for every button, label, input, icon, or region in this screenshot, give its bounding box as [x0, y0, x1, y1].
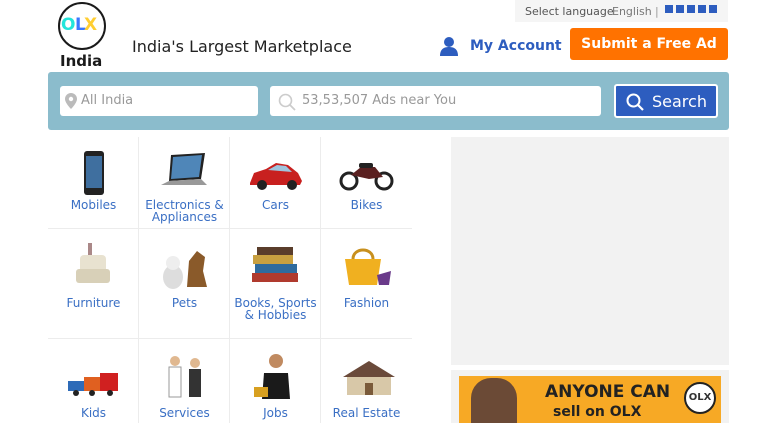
category-label: Jobs: [263, 406, 288, 420]
category-furniture[interactable]: Furniture: [48, 229, 139, 339]
category-label: Bikes: [350, 198, 383, 212]
category-services[interactable]: Services: [139, 339, 230, 423]
submit-free-ad-button[interactable]: Submit a Free Ad: [570, 28, 728, 60]
category-label: Cars: [262, 198, 289, 212]
language-label: Select language: [525, 5, 614, 18]
language-separator: |: [655, 5, 659, 18]
workers-icon: [168, 356, 201, 398]
promo-banner-image: ANYONE CAN sell on OLX OLX: [459, 376, 721, 423]
mobile-phone-icon: [84, 151, 104, 195]
category-bikes[interactable]: Bikes: [321, 137, 412, 229]
search-input[interactable]: 53,53,507 Ads near You: [270, 86, 601, 116]
my-account-label: My Account: [470, 38, 562, 54]
car-icon: [250, 163, 302, 190]
language-option-3[interactable]: [687, 5, 695, 13]
category-label: Fashion: [343, 296, 390, 310]
category-label: Pets: [171, 296, 198, 310]
promo-line-2: sell on OLX: [553, 404, 642, 420]
handbag-icon: [345, 248, 391, 285]
category-fashion[interactable]: Fashion: [321, 229, 412, 339]
search-button-label: Search: [652, 92, 707, 111]
logo-country: India: [60, 52, 103, 70]
category-label: Mobiles: [70, 198, 117, 212]
olx-logo[interactable]: O L X India: [56, 2, 111, 70]
category-cars[interactable]: Cars: [230, 137, 321, 229]
promo-line-1: ANYONE CAN: [545, 382, 671, 402]
category-label: Books, Sports & Hobbies: [234, 296, 317, 322]
location-placeholder: All India: [81, 93, 134, 108]
toy-train-icon: [68, 373, 118, 396]
category-pets[interactable]: Pets: [139, 229, 230, 339]
category-label: Electronics & Appliances: [145, 198, 224, 224]
promo-person-image: [471, 378, 517, 423]
pets-icon: [163, 251, 207, 289]
books-icon: [252, 247, 298, 282]
logo-letter-x: X: [84, 15, 98, 35]
house-icon: [343, 361, 395, 395]
category-electronics[interactable]: Electronics & Appliances: [139, 137, 230, 229]
category-books-sports-hobbies[interactable]: Books, Sports & Hobbies: [230, 229, 321, 339]
promo-banner[interactable]: ANYONE CAN sell on OLX OLX: [451, 370, 729, 423]
promo-olx-logo: OLX: [684, 382, 716, 414]
category-label: Kids: [80, 406, 107, 420]
language-option-5[interactable]: [709, 5, 717, 13]
logo-letter-o: O: [61, 15, 75, 35]
category-mobiles[interactable]: Mobiles: [48, 137, 139, 229]
location-pin-icon: [65, 93, 77, 109]
search-button[interactable]: Search: [614, 84, 718, 118]
location-input[interactable]: All India: [60, 86, 258, 116]
category-grid: Mobiles Electronics & Appliances Cars Bi…: [48, 137, 412, 423]
ad-placeholder-panel: [451, 137, 729, 365]
language-selector[interactable]: Select language English |: [515, 0, 728, 22]
chair-icon: [76, 243, 110, 283]
language-option-4[interactable]: [698, 5, 706, 13]
laptop-icon: [161, 153, 207, 185]
search-icon: [278, 93, 296, 111]
motorbike-icon: [339, 163, 394, 191]
category-label: Services: [159, 406, 210, 420]
search-placeholder: 53,53,507 Ads near You: [302, 93, 457, 108]
language-option-1[interactable]: [665, 5, 673, 13]
tagline: India's Largest Marketplace: [132, 37, 352, 56]
search-button-icon: [626, 93, 644, 111]
user-icon: [440, 37, 458, 56]
businessman-icon: [254, 354, 290, 399]
category-jobs[interactable]: Jobs: [230, 339, 321, 423]
category-real-estate[interactable]: Real Estate: [321, 339, 412, 423]
category-label: Furniture: [66, 296, 121, 310]
my-account-link[interactable]: My Account: [440, 36, 562, 58]
category-label: Real Estate: [332, 406, 401, 420]
category-kids[interactable]: Kids: [48, 339, 139, 423]
language-english[interactable]: English: [612, 5, 652, 18]
language-option-2[interactable]: [676, 5, 684, 13]
